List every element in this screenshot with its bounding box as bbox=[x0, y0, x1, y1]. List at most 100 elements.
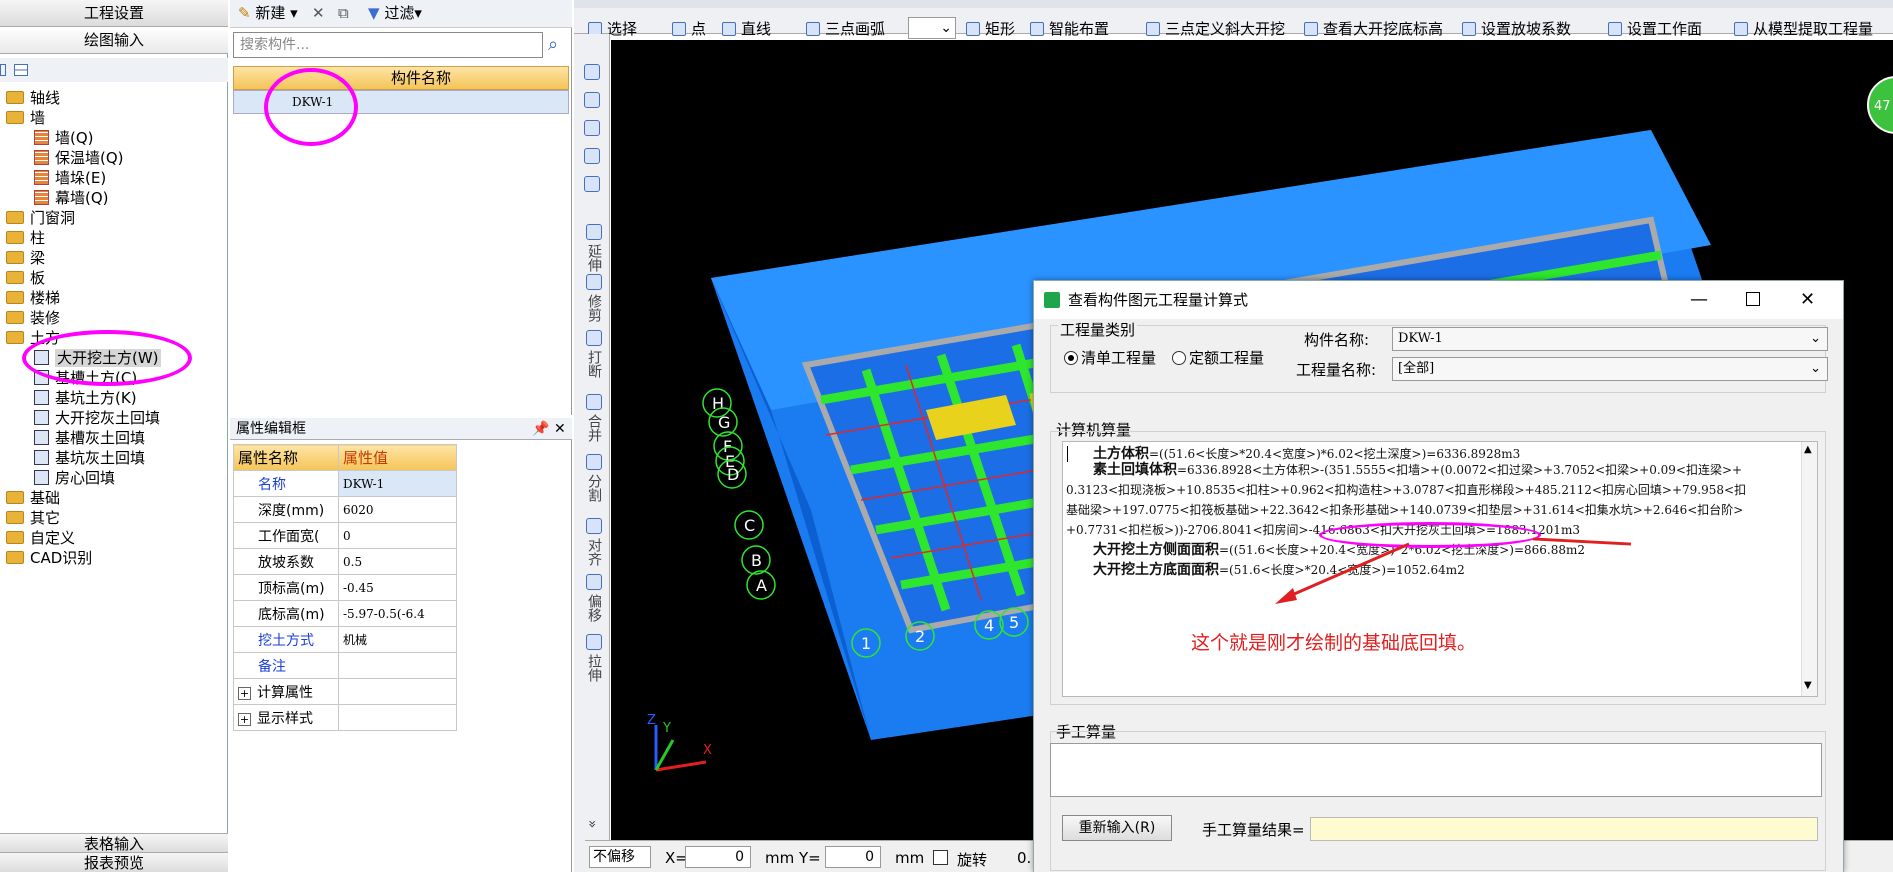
nav-project-settings[interactable]: 工程设置 bbox=[0, 0, 228, 27]
quantity-name-select[interactable]: [全部] ⌄ bbox=[1392, 357, 1828, 381]
maximize-icon[interactable] bbox=[1746, 292, 1760, 306]
tree-item[interactable]: 墙(Q) bbox=[34, 128, 94, 148]
property-group-row[interactable]: + 显示样式 bbox=[233, 704, 457, 731]
property-row[interactable]: 备注 bbox=[233, 652, 457, 679]
tool-button[interactable]: 三点画弧 bbox=[806, 18, 885, 40]
tool-button[interactable]: 查看大开挖底标高 bbox=[1304, 18, 1443, 40]
tree-item[interactable]: 保温墙(Q) bbox=[34, 148, 124, 168]
more-tools-icon[interactable]: » bbox=[584, 814, 600, 834]
nav-report-preview[interactable]: 报表预览 bbox=[0, 853, 228, 872]
property-row[interactable]: 深度(mm) 6020 bbox=[233, 496, 457, 523]
property-group-row[interactable]: + 计算属性 bbox=[233, 678, 457, 705]
expand-icon[interactable]: + bbox=[238, 686, 251, 700]
tree-item[interactable]: CAD识别 bbox=[6, 548, 92, 568]
property-row[interactable]: 挖土方式 机械 bbox=[233, 626, 457, 653]
property-value[interactable]: -5.97-0.5(-6.4 bbox=[338, 600, 457, 627]
tree-item[interactable]: 自定义 bbox=[6, 528, 75, 548]
property-row[interactable]: 名称 DKW-1 bbox=[233, 470, 457, 497]
expand-icon[interactable]: + bbox=[238, 712, 251, 726]
property-group[interactable]: + 计算属性 bbox=[233, 678, 339, 705]
delete-icon[interactable]: ✕ bbox=[312, 2, 325, 24]
property-value[interactable]: 机械 bbox=[338, 626, 457, 653]
tree-item[interactable]: 装修 bbox=[6, 308, 60, 328]
property-group[interactable]: + 显示样式 bbox=[233, 704, 339, 731]
property-row[interactable]: 放坡系数 0.5 bbox=[233, 548, 457, 575]
reenter-button[interactable]: 重新输入(R) bbox=[1062, 815, 1172, 841]
tree-item[interactable]: 楼梯 bbox=[6, 288, 60, 308]
edit-tool-icon[interactable] bbox=[584, 120, 600, 136]
scroll-up-icon[interactable]: ▲ bbox=[1804, 444, 1812, 455]
property-value[interactable]: 6020 bbox=[338, 496, 457, 523]
tree-item[interactable]: 基础 bbox=[6, 488, 60, 508]
tree-item[interactable]: 幕墙(Q) bbox=[34, 188, 109, 208]
property-value[interactable]: 0.5 bbox=[338, 548, 457, 575]
minimize-icon[interactable]: — bbox=[1690, 281, 1708, 319]
close-icon[interactable]: ✕ bbox=[1800, 281, 1815, 319]
radio-list-quantity[interactable]: 清单工程量 bbox=[1064, 347, 1156, 368]
tool-button[interactable]: 智能布置 bbox=[1030, 18, 1109, 40]
tree-item[interactable]: 基坑灰土回填 bbox=[34, 448, 145, 468]
edit-tool-icon[interactable] bbox=[584, 176, 600, 192]
tool-button[interactable]: 矩形 bbox=[966, 18, 1015, 40]
tree-item[interactable]: 轴线 bbox=[6, 88, 60, 108]
nav-table-input[interactable]: 表格输入 bbox=[0, 833, 228, 853]
edit-tool-button[interactable]: 延伸 bbox=[582, 224, 602, 272]
radio-quota-quantity[interactable]: 定额工程量 bbox=[1172, 347, 1264, 368]
edit-tool-button[interactable]: 拉伸 bbox=[582, 634, 602, 682]
property-value[interactable]: DKW-1 bbox=[338, 470, 457, 497]
edit-tool-button[interactable]: 修剪 bbox=[582, 274, 602, 322]
pin-icon[interactable]: 📌 bbox=[532, 418, 549, 440]
x-input[interactable]: 0 bbox=[685, 846, 751, 868]
tree-item[interactable]: 基槽灰土回填 bbox=[34, 428, 145, 448]
tool-button[interactable]: 直线 bbox=[722, 18, 771, 40]
edit-tool-icon[interactable] bbox=[584, 92, 600, 108]
filter-button[interactable]: ▼ 过滤▾ bbox=[368, 2, 422, 24]
property-value[interactable]: 0 bbox=[338, 522, 457, 549]
new-button[interactable]: ✎ 新建 ▾ bbox=[238, 2, 298, 24]
edit-tool-icon[interactable] bbox=[584, 64, 600, 80]
tree-item[interactable]: 墙垛(E) bbox=[34, 168, 106, 188]
tool-button[interactable]: 三点定义斜大开挖 bbox=[1146, 18, 1285, 40]
property-value[interactable] bbox=[338, 652, 457, 679]
calc-textarea[interactable]: 土方体积=((51.6<长度>*20.4<宽度>)*6.02<挖土深度>)=63… bbox=[1062, 441, 1818, 697]
expand-all-icon[interactable] bbox=[0, 64, 6, 76]
y-input[interactable]: 0 bbox=[825, 846, 881, 868]
tool-button[interactable]: 设置工作面 bbox=[1608, 18, 1702, 40]
edit-tool-button[interactable]: 打断 bbox=[582, 330, 602, 378]
component-search-input[interactable]: 搜索构件... bbox=[233, 32, 543, 58]
manual-formula-input[interactable] bbox=[1050, 743, 1822, 797]
edit-tool-button[interactable]: 偏移 bbox=[582, 574, 602, 622]
nav-drawing-input[interactable]: 绘图输入 bbox=[0, 27, 228, 54]
scroll-down-icon[interactable]: ▼ bbox=[1804, 680, 1812, 691]
rotate-checkbox[interactable] bbox=[933, 850, 948, 865]
edit-tool-icon[interactable] bbox=[584, 148, 600, 164]
snap-offset-select[interactable]: 不偏移 bbox=[589, 846, 651, 868]
component-name-select[interactable]: DKW-1 ⌄ bbox=[1392, 327, 1828, 351]
arc-mode-select[interactable]: ⌄ bbox=[908, 17, 956, 39]
collapse-all-icon[interactable] bbox=[14, 64, 28, 76]
edit-tool-button[interactable]: 合并 bbox=[582, 394, 602, 442]
tree-item[interactable]: 大开挖灰土回填 bbox=[34, 408, 160, 428]
property-row[interactable]: 工作面宽(0 bbox=[233, 522, 457, 549]
copy-icon[interactable]: ⧉ bbox=[338, 2, 349, 24]
tool-button[interactable]: 设置放坡系数 bbox=[1462, 18, 1571, 40]
tree-item[interactable]: 板 bbox=[6, 268, 45, 288]
tree-item[interactable]: 梁 bbox=[6, 248, 45, 268]
tool-button[interactable]: 点 bbox=[672, 18, 706, 40]
tree-item[interactable]: 其它 bbox=[6, 508, 60, 528]
tool-button[interactable]: 从模型提取工程量 bbox=[1734, 18, 1873, 40]
tree-item[interactable]: 柱 bbox=[6, 228, 45, 248]
tree-item[interactable]: 基坑土方(K) bbox=[34, 388, 137, 408]
tree-item[interactable]: 墙 bbox=[6, 108, 45, 128]
property-value[interactable]: -0.45 bbox=[338, 574, 457, 601]
tree-item[interactable]: 门窗洞 bbox=[6, 208, 75, 228]
edit-tool-button[interactable]: 分割 bbox=[582, 454, 602, 502]
property-row[interactable]: 底标高(m) -5.97-0.5(-6.4 bbox=[233, 600, 457, 627]
search-icon[interactable]: ⌕ bbox=[548, 34, 558, 55]
tree-item[interactable]: 房心回填 bbox=[34, 468, 115, 488]
property-row[interactable]: 顶标高(m) -0.45 bbox=[233, 574, 457, 601]
edit-tool-button[interactable]: 对齐 bbox=[582, 518, 602, 566]
close-icon[interactable]: ✕ bbox=[554, 418, 566, 440]
tool-icon bbox=[722, 22, 736, 36]
calc-scrollbar[interactable]: ▲ ▼ bbox=[1801, 442, 1817, 696]
